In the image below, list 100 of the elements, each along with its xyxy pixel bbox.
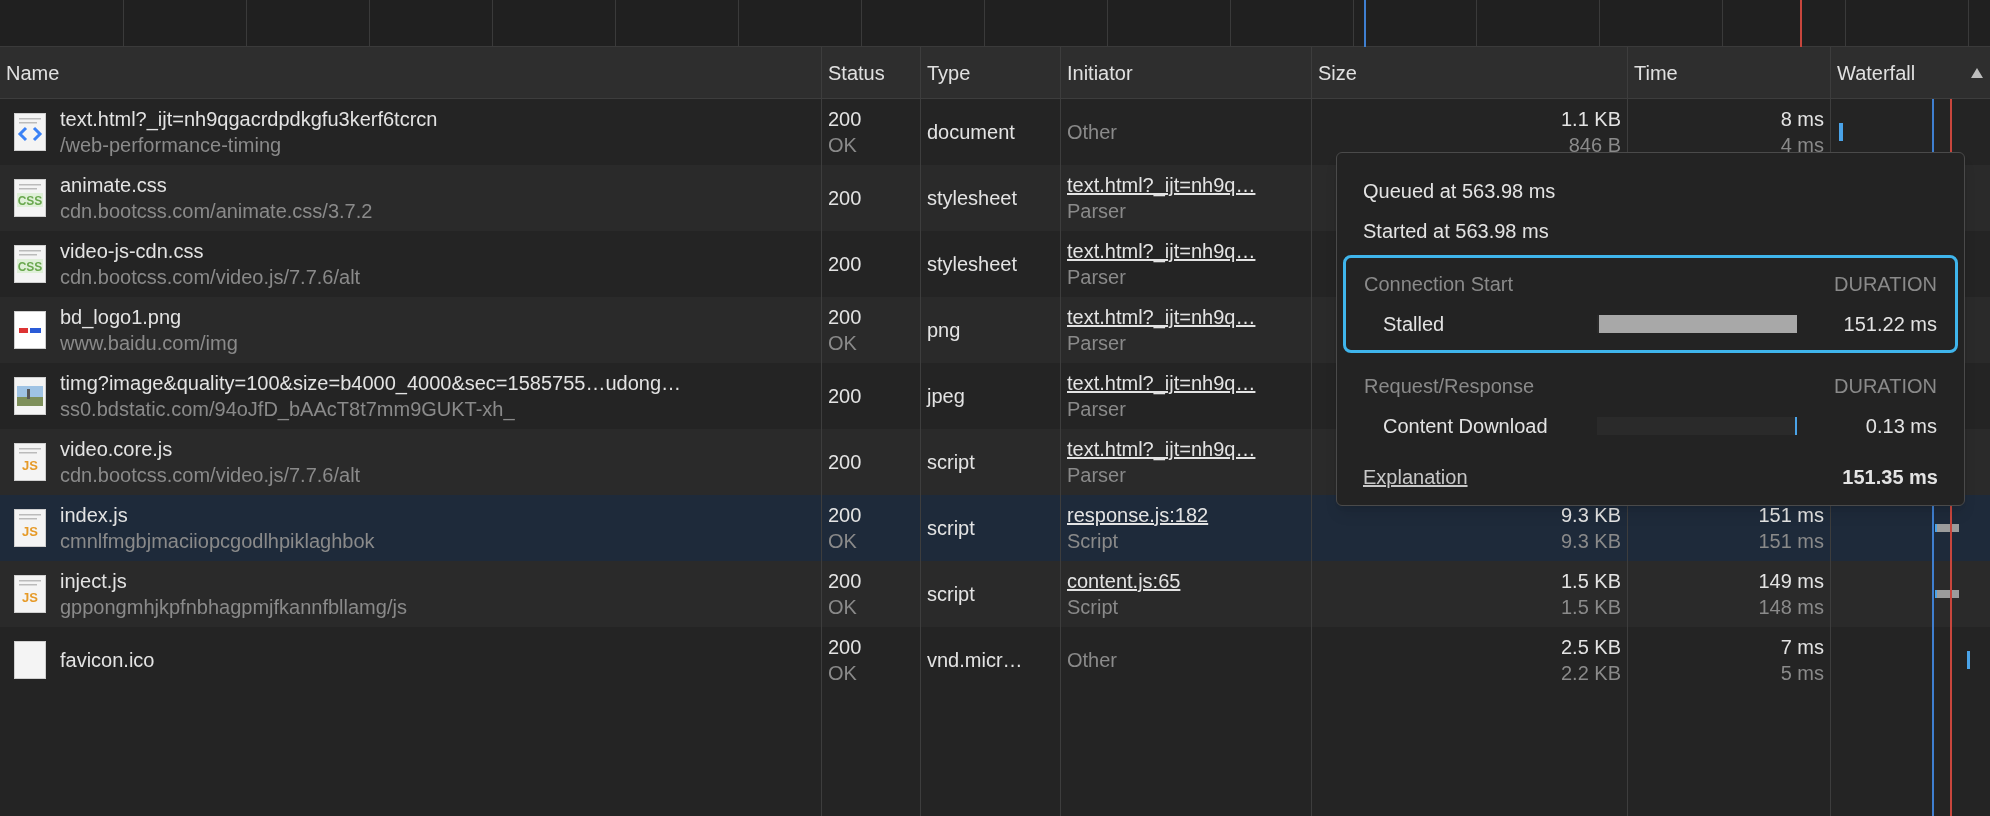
status-code: 200 <box>828 450 863 475</box>
type-text: vnd.micr… <box>927 648 1024 673</box>
type-text: document <box>927 120 1016 145</box>
dom-loaded-marker <box>1364 0 1366 47</box>
initiator-link[interactable]: text.html?_ijt=nh9q… <box>1067 370 1256 396</box>
file-name[interactable]: inject.js <box>60 568 407 594</box>
initiator-text: Other <box>1067 648 1118 673</box>
initiator-link[interactable]: text.html?_ijt=nh9q… <box>1067 436 1256 462</box>
duration-label: DURATION <box>1834 272 1937 297</box>
type-text: jpeg <box>927 384 966 409</box>
status-text: OK <box>828 133 858 158</box>
initiator-detail: Parser <box>1067 463 1127 488</box>
file-icon <box>14 377 46 415</box>
status-code: 200 <box>828 569 863 594</box>
resource-size-text: 1.5 KB <box>1560 595 1621 620</box>
file-icon: JS <box>14 575 46 613</box>
explanation-link[interactable]: Explanation <box>1363 462 1468 492</box>
initiator-detail: Script <box>1067 529 1120 554</box>
waterfall-bar <box>1967 651 1970 669</box>
column-header[interactable]: Initiator <box>1060 47 1311 99</box>
waterfall-bar <box>1935 524 1959 532</box>
column-header[interactable]: Waterfall <box>1830 47 1990 99</box>
file-icon: CSS <box>14 179 46 217</box>
file-path: cdn.bootcss.com/animate.css/3.7.2 <box>60 199 373 224</box>
file-icon: JS <box>14 443 46 481</box>
section-title: Request/Response <box>1364 374 1535 399</box>
file-path: cdn.bootcss.com/video.js/7.7.6/alt <box>60 265 361 290</box>
status-code: 200 <box>828 107 863 132</box>
initiator-link[interactable]: content.js:65 <box>1067 568 1181 594</box>
duration-label: DURATION <box>1834 374 1937 399</box>
column-header[interactable]: Time <box>1627 47 1830 99</box>
file-name[interactable]: animate.css <box>60 172 373 198</box>
initiator-detail: Parser <box>1067 331 1127 356</box>
latency-text: 4 ms <box>1780 133 1824 158</box>
file-path: www.baidu.com/img <box>60 331 238 356</box>
phase-duration: 151.22 ms <box>1843 312 1937 337</box>
file-path: ss0.bdstatic.com/94oJfD_bAAcT8t7mm9GUKT-xh_ <box>60 397 516 422</box>
initiator-link[interactable]: response.js:182 <box>1067 502 1209 528</box>
latency-text: 151 ms <box>1758 529 1824 554</box>
type-text: png <box>927 318 962 343</box>
file-name[interactable]: index.js <box>60 502 375 528</box>
file-icon <box>14 113 46 151</box>
column-header[interactable]: Size <box>1311 47 1627 99</box>
column-header[interactable]: Name <box>0 47 821 99</box>
status-code: 200 <box>828 186 863 211</box>
initiator-link[interactable]: text.html?_ijt=nh9q… <box>1067 238 1256 264</box>
initiator-detail: Script <box>1067 595 1120 620</box>
status-text: OK <box>828 331 858 356</box>
phase-label: Stalled <box>1383 312 1446 337</box>
column-header[interactable]: Type <box>920 47 1060 99</box>
file-icon: CSS <box>14 245 46 283</box>
file-name[interactable]: text.html?_ijt=nh9qgacrdpdkgfu3kerf6tcrcn <box>60 106 438 132</box>
status-text: OK <box>828 595 858 620</box>
column-header[interactable]: Status <box>821 47 920 99</box>
initiator-detail: Parser <box>1067 199 1127 224</box>
load-marker <box>1800 0 1802 47</box>
waterfall-bar <box>1935 590 1959 598</box>
total-duration: 151.35 ms <box>1842 465 1938 490</box>
type-text: script <box>927 450 976 475</box>
file-name[interactable]: favicon.ico <box>60 647 155 673</box>
type-text: stylesheet <box>927 252 1019 277</box>
status-code: 200 <box>828 503 863 528</box>
file-name[interactable]: timg?image&quality=100&size=b4000_4000&sec=1585755…udong… <box>60 370 681 396</box>
status-code: 200 <box>828 384 863 409</box>
type-text: script <box>927 582 976 607</box>
file-icon <box>14 311 46 349</box>
file-name[interactable]: video-js-cdn.css <box>60 238 361 264</box>
latency-text: 148 ms <box>1758 595 1824 620</box>
size-text: 1.1 KB <box>1560 107 1621 132</box>
size-text: 9.3 KB <box>1560 503 1621 528</box>
resource-size-text: 2.2 KB <box>1560 661 1621 686</box>
file-path: cdn.bootcss.com/video.js/7.7.6/alt <box>60 463 361 488</box>
status-code: 200 <box>828 635 863 660</box>
time-text: 7 ms <box>1780 635 1824 660</box>
initiator-link[interactable]: text.html?_ijt=nh9q… <box>1067 172 1256 198</box>
latency-text: 5 ms <box>1780 661 1824 686</box>
file-icon: JS <box>14 509 46 547</box>
status-code: 200 <box>828 252 863 277</box>
table-row[interactable]: JS inject.js gppongmhjkpfnbhagpmjfkannfbllamg/js 200 OK script content.js:65 Script 1.5 KB 1.5 KB 149 ms 148 ms <box>0 561 1990 627</box>
initiator-detail: Parser <box>1067 265 1127 290</box>
type-text: stylesheet <box>927 186 1019 211</box>
file-path: gppongmhjkpfnbhagpmjfkannfbllamg/js <box>60 595 407 620</box>
size-text: 2.5 KB <box>1560 635 1621 660</box>
table-row[interactable]: JS index.js cmnlfmgbjmaciiopcgodlhpiklaghbok 200 OK script response.js:182 Script 9.3 KB 9.3 KB 151 ms 151 ms <box>0 495 1990 561</box>
resource-size-text: 9.3 KB <box>1560 529 1621 554</box>
file-path: cmnlfmgbjmaciiopcgodlhpiklaghbok <box>60 529 375 554</box>
time-text: 151 ms <box>1758 503 1824 528</box>
status-text: OK <box>828 529 858 554</box>
status-code: 200 <box>828 305 863 330</box>
waterfall-bar <box>1839 123 1843 141</box>
resource-size-text: 846 B <box>1568 133 1621 158</box>
type-text: script <box>927 516 976 541</box>
initiator-link[interactable]: text.html?_ijt=nh9q… <box>1067 304 1256 330</box>
file-icon <box>14 641 46 679</box>
status-text: OK <box>828 661 858 686</box>
file-name[interactable]: bd_logo1.png <box>60 304 238 330</box>
time-text: 8 ms <box>1780 107 1824 132</box>
file-name[interactable]: video.core.js <box>60 436 361 462</box>
initiator-text: Other <box>1067 120 1118 145</box>
file-path: /web-performance-timing <box>60 133 283 158</box>
